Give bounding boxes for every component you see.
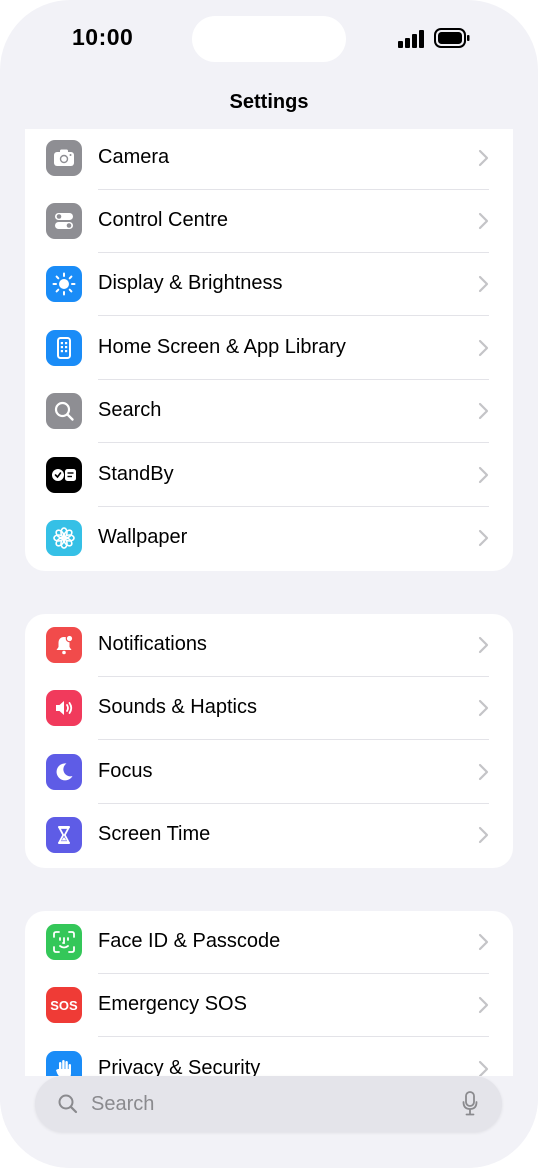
chevron-right-icon: [478, 996, 489, 1014]
chevron-right-icon: [478, 933, 489, 951]
battery-icon: [434, 28, 470, 48]
settings-row-home-screen[interactable]: Home Screen & App Library: [25, 317, 513, 380]
camera-icon: [46, 140, 82, 176]
settings-row-wallpaper[interactable]: Wallpaper: [25, 507, 513, 570]
search-placeholder: Search: [91, 1093, 155, 1115]
settings-row-label: Camera: [98, 146, 170, 168]
chevron-right-icon: [478, 466, 489, 484]
bottom-search-area: Search: [0, 1076, 538, 1168]
settings-row-label: StandBy: [98, 463, 174, 485]
settings-row-standby[interactable]: StandBy: [25, 444, 513, 507]
page-title: Settings: [229, 91, 309, 113]
chevron-right-icon: [478, 149, 489, 167]
settings-row-display-brightness[interactable]: Display & Brightness: [25, 253, 513, 316]
chevron-right-icon: [478, 402, 489, 420]
settings-row-label: Wallpaper: [98, 526, 188, 548]
settings-row-label: Focus: [98, 760, 153, 782]
chevron-right-icon: [478, 699, 489, 717]
status-time: 10:00: [72, 24, 134, 50]
cellular-signal-icon: [398, 30, 426, 48]
settings-row-label: Display & Brightness: [98, 272, 283, 294]
settings-row-label: Search: [98, 399, 162, 421]
settings-row-label: Sounds & Haptics: [98, 696, 257, 718]
hourglass-icon: [46, 817, 82, 853]
dynamic-island: [192, 16, 346, 62]
sun-icon: [46, 266, 82, 302]
row-divider: [98, 739, 489, 740]
row-divider: [98, 442, 489, 443]
chevron-right-icon: [478, 826, 489, 844]
settings-row-emergency-sos[interactable]: SOS Emergency SOS: [25, 974, 513, 1037]
settings-group-notifications: Notifications Sounds & Haptics Focus Scr…: [25, 614, 513, 868]
row-divider: [98, 315, 489, 316]
flower-icon: [46, 520, 82, 556]
status-bar: 10:00: [0, 0, 538, 80]
settings-row-label: Screen Time: [98, 823, 211, 845]
magnifier-icon: [46, 393, 82, 429]
settings-row-face-id[interactable]: Face ID & Passcode: [25, 911, 513, 974]
microphone-icon[interactable]: [462, 1091, 478, 1117]
search-icon: [58, 1094, 78, 1114]
speaker-icon: [46, 690, 82, 726]
settings-row-camera[interactable]: Camera: [25, 129, 513, 190]
settings-row-sounds-haptics[interactable]: Sounds & Haptics: [25, 677, 513, 740]
settings-row-notifications[interactable]: Notifications: [25, 614, 513, 677]
chevron-right-icon: [478, 636, 489, 654]
phone-grid-icon: [46, 330, 82, 366]
phone-screen: 10:00 Settings Camera Control Centre Dis…: [0, 0, 538, 1168]
sos-icon: SOS: [46, 987, 82, 1023]
settings-row-focus[interactable]: Focus: [25, 741, 513, 804]
chevron-right-icon: [478, 212, 489, 230]
settings-row-label: Emergency SOS: [98, 993, 247, 1015]
faceid-icon: [46, 924, 82, 960]
search-input[interactable]: Search: [35, 1076, 502, 1132]
settings-row-screen-time[interactable]: Screen Time: [25, 804, 513, 867]
row-divider: [98, 1036, 489, 1037]
settings-row-control-centre[interactable]: Control Centre: [25, 190, 513, 253]
bell-icon: [46, 627, 82, 663]
settings-row-label: Control Centre: [98, 209, 229, 231]
settings-group-display: Camera Control Centre Display & Brightne…: [25, 129, 513, 571]
chevron-right-icon: [478, 339, 489, 357]
settings-row-label: Home Screen & App Library: [98, 336, 346, 358]
settings-row-label: Notifications: [98, 633, 207, 655]
standby-icon: [46, 457, 82, 493]
svg-text:SOS: SOS: [50, 998, 78, 1013]
settings-row-label: Face ID & Passcode: [98, 930, 281, 952]
settings-row-search[interactable]: Search: [25, 380, 513, 443]
chevron-right-icon: [478, 275, 489, 293]
toggles-icon: [46, 203, 82, 239]
chevron-right-icon: [478, 763, 489, 781]
chevron-right-icon: [478, 529, 489, 547]
moon-icon: [46, 754, 82, 790]
